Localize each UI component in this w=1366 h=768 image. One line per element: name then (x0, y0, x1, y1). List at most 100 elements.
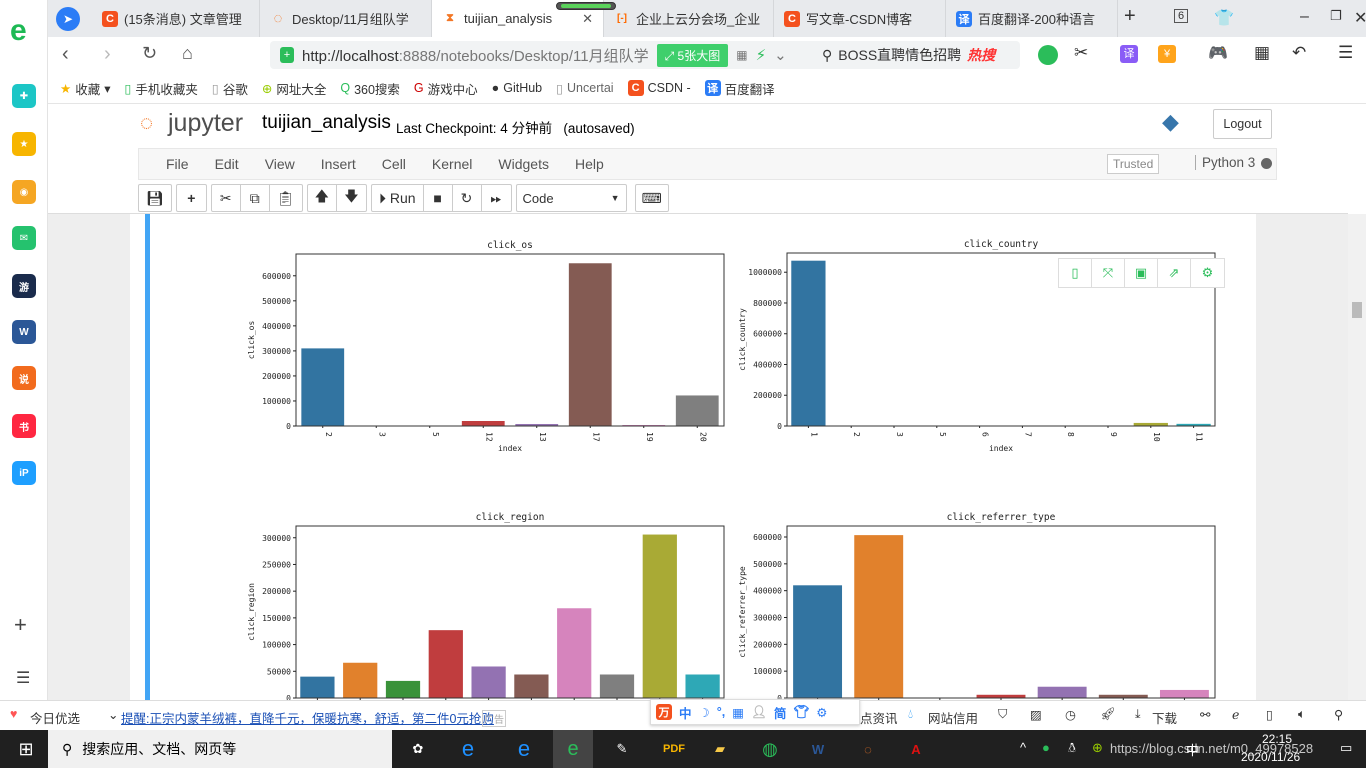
speed-icon[interactable]: ⚡ (756, 46, 767, 64)
bookmark[interactable]: ▯ Uncertai (556, 81, 613, 96)
jupyter-logo-icon[interactable]: ◌ (140, 110, 153, 136)
sidebar-xhs-icon[interactable]: 书 (12, 414, 36, 438)
url-bar[interactable]: + http://localhost:8888/notebooks/Deskto… (270, 41, 845, 69)
sidebar-app-icon[interactable]: ✚ (12, 84, 36, 108)
keyboard-icon[interactable]: ⌨ (636, 185, 668, 211)
sidebar-menu-icon[interactable]: ☰ (16, 668, 30, 688)
jupyter-logo-text[interactable]: jupyter (168, 109, 243, 138)
output-cell[interactable]: 2 3 5 12 13 17 19 20 0 100000 200000 300000 400000 50… (130, 214, 1256, 700)
reload-button[interactable]: ↻ (142, 43, 157, 64)
menu-view[interactable]: View (252, 156, 308, 172)
tab[interactable]: ◌ Desktop/11月组队学 (260, 0, 432, 37)
tab[interactable]: [-] 企业上云分会场_企业 (604, 0, 774, 37)
download-icon[interactable]: ⤓ (1135, 707, 1141, 722)
tray-chevron-icon[interactable]: ^ (1020, 740, 1026, 755)
main-menu-icon[interactable]: ☰ (1338, 43, 1353, 63)
taskview-icon[interactable]: ✿ (398, 730, 438, 768)
move-up-icon[interactable]: 🡅 (308, 185, 337, 211)
back-button[interactable]: ‹ (62, 43, 69, 66)
sidebar-word-icon[interactable]: W (12, 320, 36, 344)
clock-date[interactable]: 2020/11/26 (1241, 750, 1300, 764)
sidebar-novel-icon[interactable]: 说 (12, 366, 36, 390)
bookmark[interactable]: 译百度翻译 (704, 79, 775, 98)
tray-360-icon[interactable]: ● (1042, 740, 1050, 755)
extension-icon[interactable] (1038, 45, 1058, 65)
forward-button[interactable]: › (104, 43, 111, 66)
game-icon[interactable]: 🎮 (1208, 43, 1228, 63)
word-icon[interactable]: W (798, 730, 838, 768)
minimize-button[interactable]: – (1300, 8, 1309, 26)
promo-link[interactable]: 提醒:正宗内蒙羊绒裤，直降千元，保暖抗寒，舒适，第二件0元抢购 (121, 708, 494, 727)
sidebar-game-icon[interactable]: 游 (12, 274, 36, 298)
chevron-icon[interactable]: ⌄ (108, 707, 118, 722)
bookmark[interactable]: C CSDN - (627, 80, 691, 96)
bookmark-favorites[interactable]: ★ 收藏 ▾ (60, 79, 111, 98)
new-tab-button[interactable]: + (1124, 5, 1136, 28)
bookmark[interactable]: ▯ 手机收藏夹 (125, 79, 198, 98)
ie-icon[interactable]: ℯ (1232, 707, 1239, 722)
rocket-icon[interactable]: 🚀︎ (1100, 707, 1116, 722)
sidebar-add-icon[interactable]: + (14, 612, 27, 638)
menu-help[interactable]: Help (562, 156, 617, 172)
bookmark[interactable]: ▯ 谷歌 (212, 79, 248, 98)
tray-plus-icon[interactable]: ⊕ (1092, 740, 1103, 756)
jupyter-icon[interactable]: ◌ (848, 730, 888, 768)
bookmark[interactable]: ⊕ 网址大全 (262, 79, 327, 98)
cell-type-select[interactable]: Code ▼ (515, 184, 627, 212)
tab[interactable]: C (15条消息) 文章管理 (92, 0, 260, 37)
menu-insert[interactable]: Insert (308, 156, 369, 172)
trusted-indicator[interactable]: Trusted (1107, 154, 1160, 174)
cut-icon[interactable]: ✂ (212, 185, 241, 211)
zoom-icon[interactable]: ⚲ (1334, 707, 1343, 722)
speed-icon[interactable]: ◷ (1065, 707, 1076, 722)
copy-icon[interactable]: ⧉ (241, 185, 270, 211)
sidebar-mail-icon[interactable]: ✉ (12, 226, 36, 250)
move-down-icon[interactable]: 🡇 (337, 185, 366, 211)
run-button[interactable]: ⏵ Run (372, 185, 424, 211)
ie-icon[interactable]: e (448, 730, 488, 768)
maximize-button[interactable]: ❐ (1330, 8, 1342, 24)
sidebar-weibo-icon[interactable]: ◉ (12, 180, 36, 204)
insert-cell-icon[interactable]: + (177, 185, 206, 211)
layout-icon[interactable]: ▯ (1266, 707, 1273, 722)
menu-cell[interactable]: Cell (369, 156, 419, 172)
link-icon[interactable]: ⚯ (1200, 707, 1210, 722)
stop-icon[interactable]: ■ (424, 185, 453, 211)
ime-toolbar[interactable]: 万 中 ☽ °, ▦ 👤︎ 简 👕︎ ⚙ (650, 699, 860, 725)
qr-icon[interactable]: ▦ (736, 48, 747, 62)
menu-widgets[interactable]: Widgets (485, 156, 562, 172)
sidebar-ip-icon[interactable]: iP (12, 461, 36, 485)
skin-icon[interactable]: 👕 (1214, 8, 1234, 28)
coupon-icon[interactable]: ¥ (1158, 45, 1176, 63)
logout-button[interactable]: Logout (1213, 109, 1272, 139)
windows-start-icon[interactable]: ⊞ (6, 730, 46, 768)
pdf-reader-icon[interactable]: PDF (654, 730, 694, 768)
chevron-down-icon[interactable]: ⌄ (774, 46, 787, 64)
news-link[interactable]: 点资讯 (860, 708, 898, 727)
bookmark[interactable]: Q 360搜索 (340, 79, 400, 98)
close-tab-icon[interactable]: ✕ (582, 11, 593, 27)
menu-file[interactable]: File (153, 156, 202, 172)
big-image-button[interactable]: ⤢ 5张大图 (656, 43, 729, 67)
share-icon[interactable]: ⇗ (1158, 259, 1191, 287)
browser-360-icon[interactable]: e (553, 730, 593, 768)
edge-icon[interactable]: e (504, 730, 544, 768)
taskbar-search[interactable]: ⚲ 搜索应用、文档、网页等 (48, 730, 392, 768)
download-label[interactable]: 下载 (1152, 708, 1177, 727)
apps-grid-icon[interactable]: ▦ (1254, 43, 1270, 63)
wechat-icon[interactable]: ◍ (750, 730, 790, 768)
tab[interactable]: C 写文章-CSDN博客 (774, 0, 946, 37)
expand-icon[interactable]: ⤧ (1092, 259, 1125, 287)
settings-icon[interactable]: ⚙ (1191, 259, 1224, 287)
translate-ext-icon[interactable]: 译 (1120, 45, 1138, 63)
notes-icon[interactable]: ✎ (602, 730, 642, 768)
shield-icon[interactable]: ⛉ (998, 707, 1007, 722)
image-icon[interactable]: ▨ (1030, 707, 1042, 722)
volume-icon[interactable]: 🔈︎ (1298, 707, 1306, 722)
file-explorer-icon[interactable]: ▰ (700, 730, 740, 768)
paste-icon[interactable]: 📋︎ (270, 185, 302, 211)
scissors-icon[interactable]: ✂ (1074, 43, 1088, 63)
today-picks[interactable]: 今日优选 (30, 708, 80, 727)
search-box[interactable]: ⚲ BOSS直聘情色招聘 热搜 (812, 41, 1020, 69)
fast-forward-icon[interactable]: ⏩︎ (482, 185, 511, 211)
